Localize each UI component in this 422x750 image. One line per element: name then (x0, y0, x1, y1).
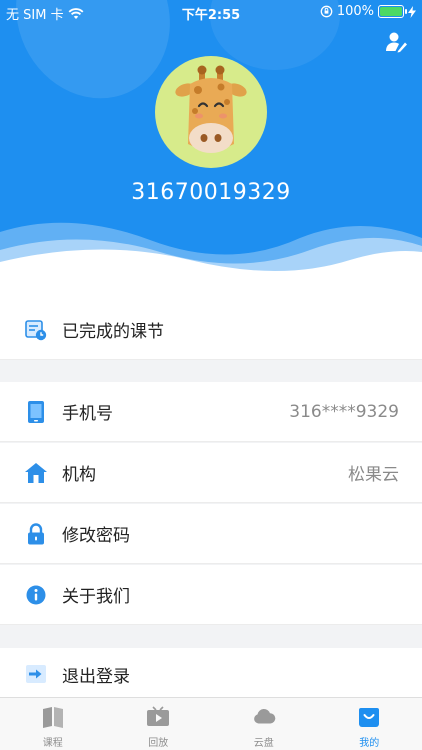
about-us-label: 关于我们 (62, 587, 130, 607)
section-divider (0, 626, 422, 648)
completed-lessons-row[interactable]: 已完成的课节 (0, 300, 422, 360)
change-password-label: 修改密码 (62, 526, 130, 546)
phone-row[interactable]: 手机号 316****9329 (0, 382, 422, 442)
change-password-row[interactable]: 修改密码 (0, 504, 422, 564)
phone-value: 316****9329 (289, 401, 399, 422)
tab-bar: 课程 回放 云盘 我的 (0, 697, 422, 750)
book-icon (42, 707, 63, 728)
about-us-row[interactable]: 关于我们 (0, 565, 422, 625)
phone-icon (24, 400, 48, 424)
tab-mine[interactable]: 我的 (317, 698, 422, 750)
user-phone-title: 31670019329 (131, 180, 291, 205)
play-icon (147, 706, 170, 726)
header-waves (0, 222, 422, 290)
organization-value: 松果云 (348, 465, 399, 485)
tab-cloud[interactable]: 云盘 (211, 698, 317, 750)
profile-page: 无 SIM 卡 下午2:55 100% 31670019329 已完成的课节 手… (0, 0, 422, 750)
battery-percent: 100% (336, 4, 374, 19)
info-icon (24, 583, 48, 607)
logout-label: 退出登录 (62, 666, 130, 687)
logout-icon (24, 662, 48, 686)
completed-lessons-label: 已完成的课节 (62, 322, 164, 342)
battery-icon (378, 5, 407, 18)
profile-header: 无 SIM 卡 下午2:55 100% 31670019329 (0, 0, 422, 290)
tab-playback[interactable]: 回放 (106, 698, 212, 750)
organization-row[interactable]: 机构 松果云 (0, 443, 422, 503)
phone-label: 手机号 (62, 404, 113, 424)
orientation-lock-icon (320, 5, 333, 18)
lessons-clock-icon (24, 318, 48, 342)
header-bottom-fill (0, 290, 422, 300)
home-icon (24, 461, 48, 485)
tab-mine-label: 我的 (359, 738, 380, 749)
edit-profile-icon[interactable] (384, 30, 408, 54)
tab-courses[interactable]: 课程 (0, 698, 106, 750)
cloud-icon (253, 709, 276, 724)
lock-icon (24, 522, 48, 546)
charging-icon (408, 5, 416, 18)
status-bar: 无 SIM 卡 下午2:55 100% (0, 0, 422, 24)
giraffe-avatar[interactable] (155, 56, 267, 168)
tab-cloud-label: 云盘 (253, 738, 274, 749)
tab-playback-label: 回放 (148, 738, 169, 749)
organization-label: 机构 (62, 465, 96, 485)
person-icon (359, 708, 380, 727)
tab-courses-label: 课程 (42, 738, 63, 749)
section-divider (0, 360, 422, 382)
logout-row[interactable]: 退出登录 (0, 648, 422, 700)
